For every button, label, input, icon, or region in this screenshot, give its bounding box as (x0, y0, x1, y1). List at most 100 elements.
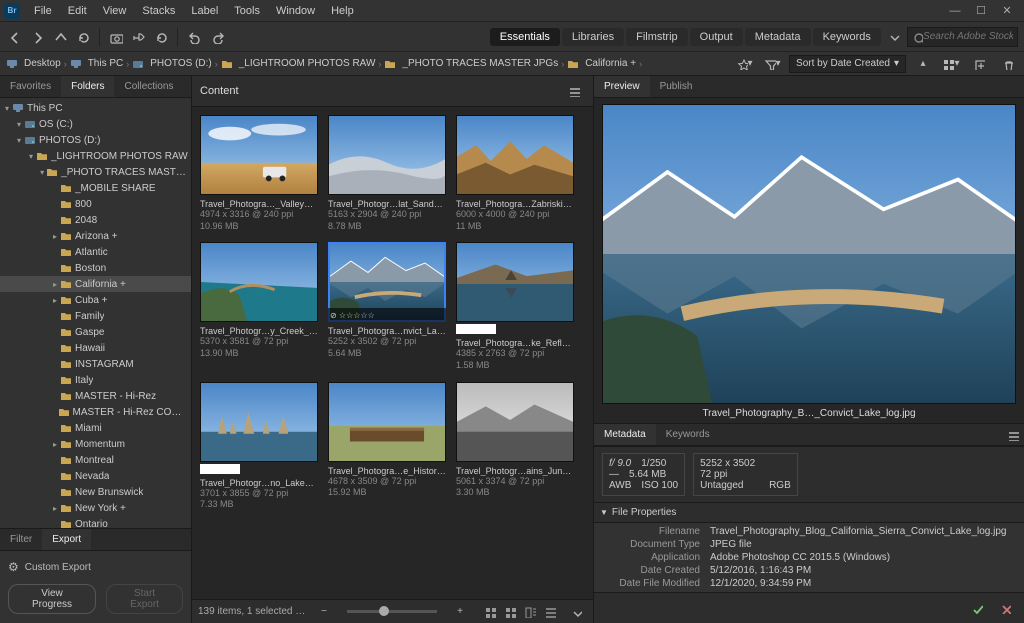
folder-tree[interactable]: ▾This PC▾OS (C:)▾PHOTOS (D:)▾_LIGHTROOM … (0, 98, 191, 528)
folder-tree-item[interactable]: ▸Arizona + (0, 228, 191, 244)
open-recent-button[interactable] (152, 26, 170, 48)
window-minimize[interactable]: — (942, 0, 968, 22)
folder-tree-item[interactable]: ▾OS (C:) (0, 116, 191, 132)
metadata-tab-menu-button[interactable] (1002, 424, 1024, 446)
menu-tools[interactable]: Tools (226, 5, 268, 17)
folder-tree-item[interactable]: Gaspe (0, 324, 191, 340)
start-export-button[interactable]: Start Export (106, 584, 183, 614)
thumbnail-item[interactable]: Travel_Photogr…no_Lake_Rocks.jpg 3701 x … (200, 382, 318, 511)
thumb-options-button[interactable]: ▾ (940, 53, 962, 75)
nav-forward-button[interactable] (28, 26, 46, 48)
workspace-tab-libraries[interactable]: Libraries (562, 28, 624, 46)
search-input[interactable] (923, 31, 1013, 42)
nav-recent-button[interactable] (73, 26, 91, 48)
filter-export-tab-export[interactable]: Export (42, 529, 91, 550)
path-separator[interactable]: › (215, 59, 218, 69)
workspace-tab-filmstrip[interactable]: Filmstrip (626, 28, 688, 46)
content-options-button[interactable] (565, 601, 587, 623)
thumbnail-grid[interactable]: Travel_Photogra…_Valley_Clouds.jpg 4974 … (192, 107, 593, 599)
zoom-in-button[interactable]: + (449, 601, 471, 623)
folder-tree-item[interactable]: _MOBILE SHARE (0, 180, 191, 196)
folder-tree-item[interactable]: 2048 (0, 212, 191, 228)
folder-tree-item[interactable]: ▸California + (0, 276, 191, 292)
path-separator[interactable]: › (378, 59, 381, 69)
menu-edit[interactable]: Edit (60, 5, 95, 17)
view-detail-button[interactable] (521, 604, 539, 620)
workspace-tab-metadata[interactable]: Metadata (745, 28, 811, 46)
folder-tree-item[interactable]: ▾_LIGHTROOM PHOTOS RAW (0, 148, 191, 164)
folder-tree-item[interactable]: Montreal (0, 452, 191, 468)
rotate-ccw-button[interactable] (185, 26, 203, 48)
folder-tree-item[interactable]: New Brunswick (0, 484, 191, 500)
rating-bar[interactable]: ⊘ ☆☆☆☆☆ (328, 308, 446, 322)
path-segment[interactable]: _LIGHTROOM PHOTOS RAW (221, 58, 376, 69)
view-progress-button[interactable]: View Progress (8, 584, 96, 614)
folder-tree-item[interactable]: Boston (0, 260, 191, 276)
folder-tree-item[interactable]: ▸Cuba + (0, 292, 191, 308)
menu-help[interactable]: Help (323, 5, 362, 17)
thumbnail-item[interactable]: Travel_Photogr…y_Creek_Bridge.jpg 5370 x… (200, 242, 318, 371)
folder-tree-item[interactable]: 800 (0, 196, 191, 212)
view-list-button[interactable] (541, 604, 559, 620)
folder-tree-item[interactable]: Atlantic (0, 244, 191, 260)
folder-tree-item[interactable]: Miami (0, 420, 191, 436)
thumbnail-item[interactable]: Travel_Photogra…e_Historic_Park.jpg 4678… (328, 382, 446, 511)
metadata-apply-button[interactable] (966, 597, 988, 619)
folder-tree-item[interactable]: INSTAGRAM (0, 356, 191, 372)
left-tab-folders[interactable]: Folders (61, 76, 114, 97)
path-segment[interactable]: PHOTOS (D:) (132, 58, 211, 69)
thumb-size-slider[interactable] (347, 610, 437, 613)
folder-tree-item[interactable]: ▾PHOTOS (D:) (0, 132, 191, 148)
thumbnail-item[interactable]: ⊘ ☆☆☆☆☆ Travel_Photogra…nvict_Lake_log.j… (328, 242, 446, 371)
thumbnail-item[interactable]: Travel_Photogr…ains_June_Lake.jpg 5061 x… (456, 382, 574, 511)
folder-tree-item[interactable]: ▸New York + (0, 500, 191, 516)
workspace-tab-output[interactable]: Output (690, 28, 743, 46)
thumbnail-item[interactable]: Travel_Photogr…lat_Sand_Dunes.jpg 5163 x… (328, 115, 446, 232)
metadata-section-header[interactable]: ▼File Properties (594, 503, 1024, 523)
folder-tree-item[interactable]: ▾_PHOTO TRACES MASTER JPGs (0, 164, 191, 180)
metadata-tab-keywords[interactable]: Keywords (656, 424, 720, 445)
path-separator[interactable]: › (64, 59, 67, 69)
path-segment[interactable]: Desktop (6, 58, 61, 69)
menu-file[interactable]: File (26, 5, 60, 17)
rotate-cw-button[interactable] (207, 26, 225, 48)
filter-rating-button[interactable]: ▾ (733, 53, 755, 75)
folder-tree-item[interactable]: MASTER - Hi-Rez COMPRESSED (0, 404, 191, 420)
sort-asc-button[interactable]: ▴ (912, 53, 934, 75)
folder-tree-item[interactable]: Italy (0, 372, 191, 388)
nav-up-button[interactable] (51, 26, 69, 48)
workspace-tab-essentials[interactable]: Essentials (490, 28, 560, 46)
folder-tree-item[interactable]: ▾This PC (0, 100, 191, 116)
metadata-tab-metadata[interactable]: Metadata (594, 424, 656, 445)
preview-tab-publish[interactable]: Publish (650, 76, 703, 97)
folder-tree-item[interactable]: ▸Momentum (0, 436, 191, 452)
window-maximize[interactable]: ☐ (968, 0, 994, 22)
search-stock-field[interactable] (907, 27, 1018, 47)
thumbnail-item[interactable]: Travel_Photogra…_Valley_Clouds.jpg 4974 … (200, 115, 318, 232)
folder-tree-item[interactable]: MASTER - Hi-Rez (0, 388, 191, 404)
view-grid-button[interactable] (481, 604, 499, 620)
thumbnail-item[interactable]: Travel_Photogra…ke_Reflections.jpg 4385 … (456, 242, 574, 371)
view-grid-lock-button[interactable] (501, 604, 519, 620)
path-separator[interactable]: › (126, 59, 129, 69)
filter-button[interactable]: ▾ (761, 53, 783, 75)
filter-export-tab-filter[interactable]: Filter (0, 529, 42, 550)
left-tab-favorites[interactable]: Favorites (0, 76, 61, 97)
path-separator[interactable]: › (561, 59, 564, 69)
delete-button[interactable] (996, 53, 1018, 75)
menu-window[interactable]: Window (268, 5, 323, 17)
preview-tab-preview[interactable]: Preview (594, 76, 650, 97)
get-photos-button[interactable] (107, 26, 125, 48)
folder-tree-item[interactable]: Family (0, 308, 191, 324)
workspace-more-button[interactable] (885, 26, 903, 48)
folder-tree-item[interactable]: Ontario (0, 516, 191, 528)
content-menu-button[interactable] (563, 80, 585, 102)
boomerang-button[interactable] (129, 26, 147, 48)
thumbnail-item[interactable]: Travel_Photogra…Zabriskie_Point.jpg 6000… (456, 115, 574, 232)
menu-label[interactable]: Label (183, 5, 226, 17)
path-separator[interactable]: › (639, 59, 642, 69)
zoom-out-button[interactable]: − (313, 601, 335, 623)
menu-view[interactable]: View (95, 5, 135, 17)
left-tab-collections[interactable]: Collections (114, 76, 183, 97)
workspace-tab-keywords[interactable]: Keywords (813, 28, 881, 46)
